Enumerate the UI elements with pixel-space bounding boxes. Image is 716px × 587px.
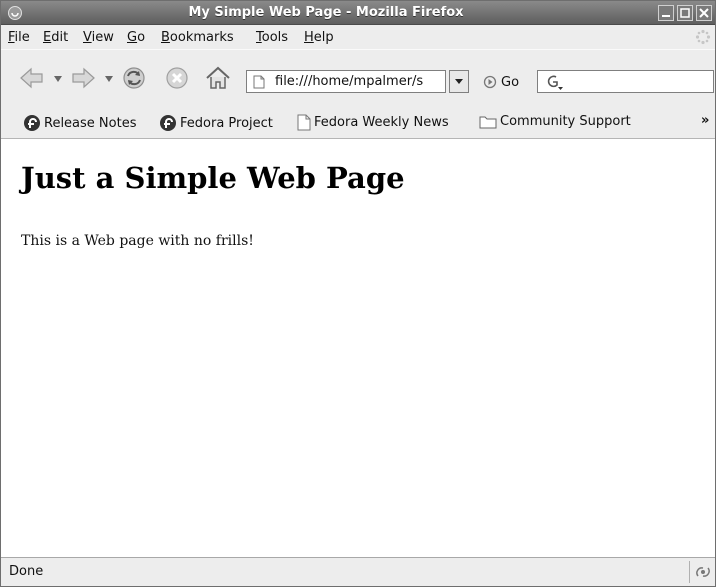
menu-label: ookmarks [169, 30, 234, 45]
bookmark-fedora-project[interactable]: Fedora Project [159, 114, 273, 132]
forward-arrow-icon[interactable] [69, 64, 97, 92]
bookmark-label: Fedora Weekly News [314, 115, 449, 130]
menu-accel: G [127, 30, 138, 45]
fedora-icon [24, 115, 40, 131]
bookmark-label: Community Support [500, 114, 631, 129]
go-label: Go [501, 74, 520, 90]
page-icon [297, 114, 311, 131]
back-arrow-icon[interactable] [18, 64, 46, 92]
search-engine-icon[interactable] [544, 73, 564, 91]
close-icon [699, 8, 709, 18]
bookmark-community-support[interactable]: Community Support [479, 114, 631, 129]
menu-help[interactable]: Help [304, 30, 334, 45]
window-title: My Simple Web Page - Mozilla Firefox [188, 5, 464, 20]
menu-accel: H [304, 30, 314, 45]
menu-edit[interactable]: Edit [43, 30, 68, 45]
fedora-icon [160, 115, 176, 131]
bookmarks-toolbar: Release Notes Fedora Project Fedora Week… [1, 105, 715, 139]
menu-go[interactable]: Go [127, 30, 145, 45]
menu-accel: E [43, 30, 52, 45]
bookmark-label: Release Notes [44, 115, 137, 131]
page-heading: Just a Simple Web Page [21, 161, 405, 195]
bookmark-release-notes[interactable]: Release Notes [23, 114, 136, 132]
page-paragraph: This is a Web page with no frills! [21, 233, 254, 249]
close-button[interactable] [696, 5, 712, 21]
url-history-dropdown[interactable] [449, 70, 469, 93]
go-arrow-icon [483, 75, 497, 89]
connection-status-icon[interactable] [695, 564, 711, 580]
throbber-icon [695, 29, 711, 45]
chevron-down-icon [455, 79, 463, 84]
menu-label: o [137, 30, 146, 45]
stop-icon[interactable] [163, 64, 191, 92]
menu-bar: File Edit View Go Bookmarks Tools Help [1, 25, 715, 49]
bookmark-fedora-weekly-news[interactable]: Fedora Weekly News [297, 114, 449, 131]
menu-label: iew [91, 30, 114, 45]
menu-label: dit [51, 30, 69, 45]
address-bar[interactable]: file:///home/mpalmer/s [246, 70, 446, 93]
search-box[interactable] [537, 70, 714, 93]
maximize-button[interactable] [677, 5, 693, 21]
browser-window: My Simple Web Page - Mozilla Firefox Fil… [0, 0, 716, 587]
menu-bookmarks[interactable]: Bookmarks [161, 30, 234, 45]
menu-label: elp [313, 30, 334, 45]
status-divider [689, 561, 690, 583]
folder-icon [479, 116, 497, 129]
minimize-icon [662, 15, 670, 17]
menu-label: ools [261, 30, 289, 45]
bookmark-label: Fedora Project [180, 115, 273, 131]
menu-accel: V [83, 30, 92, 45]
status-bar: Done [1, 557, 715, 586]
menu-accel: B [161, 30, 170, 45]
minimize-button[interactable] [658, 5, 674, 21]
page-content: Just a Simple Web Page This is a Web pag… [1, 140, 715, 557]
title-bar[interactable]: My Simple Web Page - Mozilla Firefox [1, 1, 715, 25]
reload-icon[interactable] [120, 64, 148, 92]
forward-dropdown-icon[interactable] [105, 76, 113, 82]
menu-file[interactable]: File [8, 30, 30, 45]
status-text: Done [9, 564, 44, 579]
navigation-toolbar: file:///home/mpalmer/s Go [1, 49, 715, 105]
page-icon [253, 75, 265, 89]
back-dropdown-icon[interactable] [54, 76, 62, 82]
menu-view[interactable]: View [83, 30, 114, 45]
home-icon[interactable] [204, 64, 232, 92]
menu-tools[interactable]: Tools [256, 30, 288, 45]
maximize-icon [680, 8, 690, 18]
menu-label: ile [14, 30, 30, 45]
url-text: file:///home/mpalmer/s [275, 74, 424, 89]
bookmarks-overflow-button[interactable]: » [701, 113, 709, 128]
go-button[interactable]: Go [483, 73, 519, 91]
